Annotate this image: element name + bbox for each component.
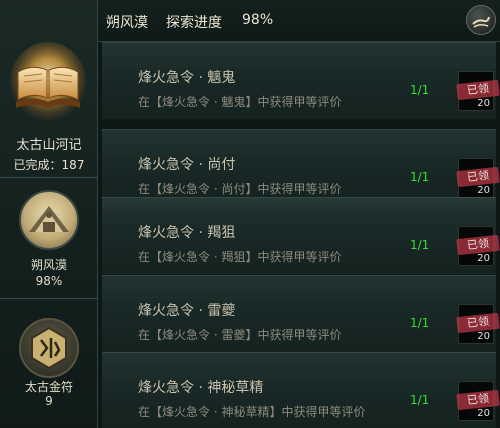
reward-quantity: 20 [477, 98, 490, 109]
task-description: 在【烽火急令 · 神秘草精】中获得甲等评价 [138, 405, 366, 419]
divider [0, 177, 98, 178]
task-row: 烽火急令 · 雷夔 在【烽火急令 · 雷夔】中获得甲等评价 1/1 已领 20 [102, 275, 500, 353]
progress-value: 98% [242, 12, 274, 28]
reward-quantity: 20 [477, 331, 490, 342]
nav-value-region: 98% [35, 274, 63, 288]
task-row: 烽火急令 · 神秘草精 在【烽火急令 · 神秘草精】中获得甲等评价 1/1 已领… [102, 352, 500, 428]
divider [0, 298, 98, 299]
collection-title: 太古山河记 [16, 138, 82, 153]
reward-item[interactable]: 已领 20 [456, 158, 500, 198]
task-row: 烽火急令 · 尚付 在【烽火急令 · 尚付】中获得甲等评价 1/1 已领 20 [102, 129, 500, 207]
task-title: 烽火急令 · 魑鬼 [138, 70, 236, 86]
task-row: 烽火急令 · 魑鬼 在【烽火急令 · 魑鬼】中获得甲等评价 1/1 已领 20 [102, 42, 500, 120]
book-icon[interactable] [10, 42, 86, 126]
completed-value: 187 [61, 158, 85, 172]
task-progress: 1/1 [410, 170, 430, 184]
header: 朔风漠 探索进度 98% [98, 0, 500, 42]
quill-icon [472, 16, 490, 28]
task-list: 烽火急令 · 魑鬼 在【烽火急令 · 魑鬼】中获得甲等评价 1/1 已领 20 … [98, 42, 500, 428]
task-title: 烽火急令 · 神秘草精 [138, 380, 264, 396]
reward-item[interactable]: 已领 20 [456, 71, 500, 111]
task-description: 在【烽火急令 · 尚付】中获得甲等评价 [138, 182, 342, 196]
task-title: 烽火急令 · 羯狙 [138, 225, 236, 241]
rune-seal-icon [19, 318, 79, 378]
task-description: 在【烽火急令 · 魑鬼】中获得甲等评价 [138, 95, 342, 109]
nav-value-rune: 9 [45, 394, 53, 408]
reward-item[interactable]: 已领 20 [456, 381, 500, 421]
completed-count: 已完成：187 [0, 156, 98, 173]
sidebar: 太古山河记 已完成：187 朔风漠 98% 太古金符 9 [0, 0, 98, 428]
task-progress: 1/1 [410, 393, 430, 407]
reward-quantity: 20 [477, 408, 490, 419]
region-name: 朔风漠 [106, 15, 148, 31]
progress-label: 探索进度 [166, 15, 222, 31]
reward-item[interactable]: 已领 20 [456, 304, 500, 344]
reward-quantity: 20 [477, 253, 490, 264]
task-description: 在【烽火急令 · 雷夔】中获得甲等评价 [138, 328, 342, 342]
tent-icon [19, 190, 79, 250]
task-progress: 1/1 [410, 238, 430, 252]
task-row: 烽火急令 · 羯狙 在【烽火急令 · 羯狙】中获得甲等评价 1/1 已领 20 [102, 197, 500, 275]
task-title: 烽火急令 · 尚付 [138, 157, 236, 173]
task-title: 烽火急令 · 雷夔 [138, 303, 236, 319]
task-progress: 1/1 [410, 316, 430, 330]
reward-item[interactable]: 已领 20 [456, 226, 500, 266]
nav-label-rune: 太古金符 [24, 380, 73, 394]
quill-button[interactable] [466, 5, 496, 35]
task-progress: 1/1 [410, 83, 430, 97]
task-description: 在【烽火急令 · 羯狙】中获得甲等评价 [138, 250, 342, 264]
nav-label-region: 朔风漠 [30, 258, 67, 272]
completed-label: 已完成： [13, 158, 62, 172]
reward-quantity: 20 [477, 185, 490, 196]
